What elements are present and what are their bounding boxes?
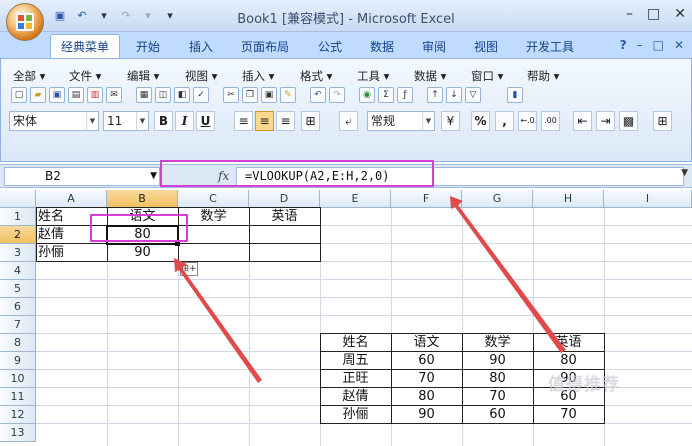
arrow-to-formula [450,196,566,353]
watermark: 值得推荐 [548,375,620,395]
arrow-to-cell [174,258,262,383]
office-button[interactable] [6,3,44,41]
office-logo-icon [16,13,34,31]
